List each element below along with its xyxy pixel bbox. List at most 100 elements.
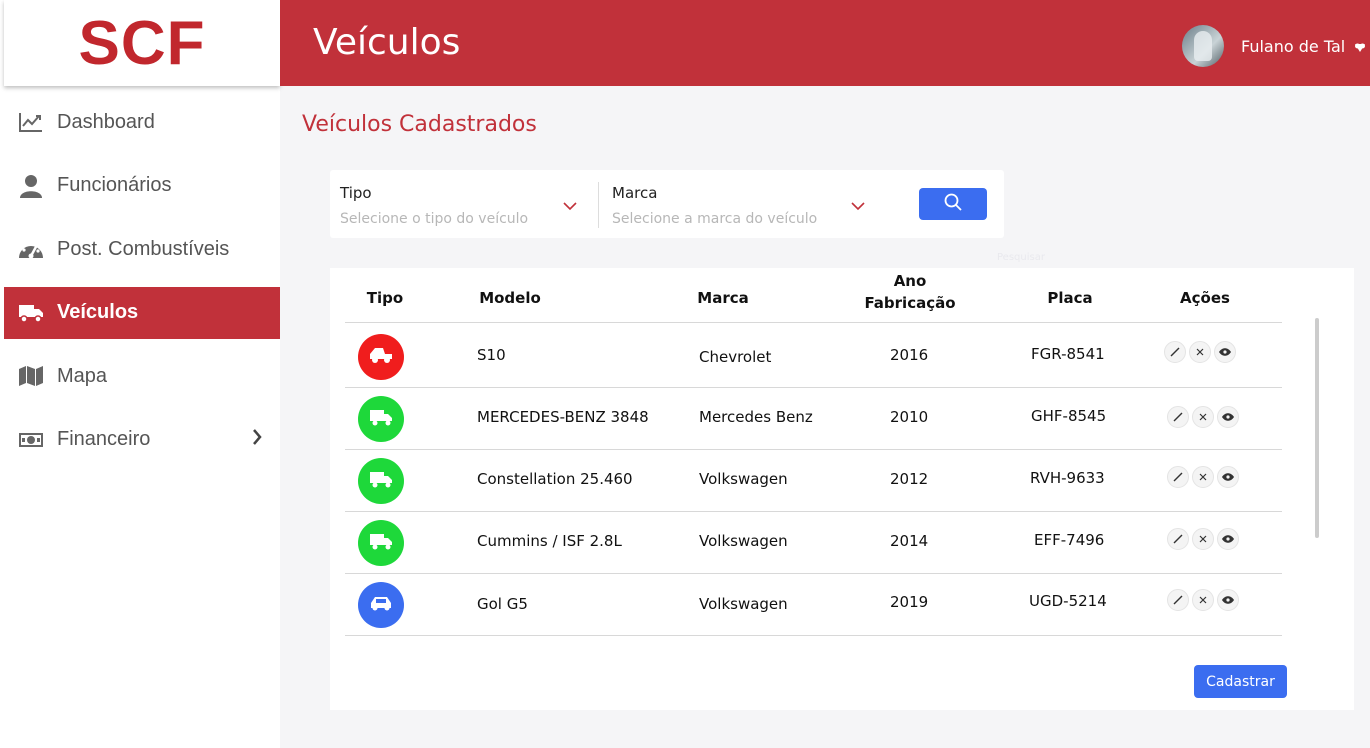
truck-icon <box>369 532 393 555</box>
sidebar-item-mapa[interactable]: Mapa <box>4 350 280 402</box>
user-icon <box>18 174 44 198</box>
delete-icon[interactable] <box>1189 341 1211 363</box>
row-divider <box>345 573 1282 574</box>
header-modelo: Modelo <box>479 289 541 307</box>
edit-icon[interactable] <box>1167 466 1189 488</box>
view-icon[interactable] <box>1217 406 1239 428</box>
cell-ano: 2014 <box>890 532 929 550</box>
view-icon[interactable] <box>1217 589 1239 611</box>
delete-icon[interactable] <box>1192 466 1214 488</box>
row-divider <box>345 511 1282 512</box>
search-icon <box>944 193 962 216</box>
cell-placa: GHF-8545 <box>1031 407 1107 425</box>
row-divider <box>345 635 1282 636</box>
tipo-label: Tipo <box>340 184 372 202</box>
caret-down-icon[interactable] <box>1354 40 1366 58</box>
filter-divider <box>598 182 599 228</box>
marca-select[interactable]: Marca Selecione a marca do veículo <box>602 170 872 238</box>
cell-ano: 2012 <box>890 470 929 488</box>
sidebar-item-dashboard[interactable]: Dashboard <box>4 96 280 148</box>
delete-icon[interactable] <box>1192 406 1214 428</box>
sidebar-item-label: Post. Combustíveis <box>57 237 230 260</box>
search-button[interactable] <box>919 188 987 220</box>
edit-icon[interactable] <box>1167 406 1189 428</box>
filter-bar: Tipo Selecione o tipo do veículo Marca S… <box>330 170 1004 238</box>
money-icon <box>18 429 44 451</box>
logo-text: SCF <box>78 8 206 78</box>
vehicles-table: Tipo Modelo Marca Ano Fabricação Placa A… <box>330 268 1354 710</box>
cell-modelo: Constellation 25.460 <box>477 470 633 488</box>
header-placa: Placa <box>1047 289 1093 307</box>
pickup-icon <box>368 346 394 369</box>
vehicle-type-badge <box>358 334 404 380</box>
row-actions <box>1167 466 1239 488</box>
header-acoes: Ações <box>1180 289 1230 307</box>
row-divider <box>345 387 1282 388</box>
view-icon[interactable] <box>1214 341 1236 363</box>
cell-modelo: Gol G5 <box>477 595 528 613</box>
search-tooltip: Pesquisar <box>997 252 1045 263</box>
user-name[interactable]: Fulano de Tal <box>1241 37 1345 56</box>
row-divider <box>345 449 1282 450</box>
row-actions <box>1164 341 1236 363</box>
header-marca: Marca <box>697 289 749 307</box>
row-actions <box>1167 589 1239 611</box>
sidebar: SCF Dashboard Funcionários Post. Combust… <box>0 0 280 748</box>
top-header: Veículos Fulano de Tal <box>280 0 1370 86</box>
cell-modelo: MERCEDES-BENZ 3848 <box>477 408 649 426</box>
sidebar-nav: Dashboard Funcionários Post. Combustívei… <box>4 96 280 477</box>
sidebar-item-veiculos[interactable]: Veículos <box>4 286 280 339</box>
delete-icon[interactable] <box>1192 589 1214 611</box>
cell-ano: 2016 <box>890 346 929 364</box>
sidebar-item-financeiro[interactable]: Financeiro <box>4 414 280 466</box>
cell-marca: Volkswagen <box>699 470 788 488</box>
sidebar-item-label: Financeiro <box>57 428 151 450</box>
vehicle-type-badge <box>358 458 404 504</box>
cell-ano: 2019 <box>890 593 929 611</box>
truck-icon <box>369 408 393 431</box>
edit-icon[interactable] <box>1164 341 1186 363</box>
sidebar-item-label: Veículos <box>57 301 139 323</box>
tipo-placeholder: Selecione o tipo do veículo <box>340 211 529 227</box>
cell-marca: Mercedes Benz <box>699 408 813 426</box>
table-scrollbar[interactable] <box>1315 318 1319 538</box>
tipo-select[interactable]: Tipo Selecione o tipo do veículo <box>330 170 598 238</box>
cell-placa: FGR-8541 <box>1031 345 1105 363</box>
cell-placa: UGD-5214 <box>1029 592 1107 610</box>
sidebar-item-funcionarios[interactable]: Funcionários <box>4 160 280 212</box>
cell-modelo: Cummins / ISF 2.8L <box>477 532 622 550</box>
delete-icon[interactable] <box>1192 528 1214 550</box>
vehicle-type-badge <box>358 396 404 442</box>
marca-placeholder: Selecione a marca do veículo <box>612 211 818 227</box>
cadastrar-button[interactable]: Cadastrar <box>1194 665 1287 698</box>
edit-icon[interactable] <box>1167 528 1189 550</box>
sidebar-item-post-combustiveis[interactable]: Post. Combustíveis <box>4 223 280 275</box>
cell-marca: Volkswagen <box>699 595 788 613</box>
section-title: Veículos Cadastrados <box>302 112 537 137</box>
cell-placa: RVH-9633 <box>1030 469 1105 487</box>
header-ano-line1: Ano <box>893 272 927 290</box>
sidebar-item-label: Dashboard <box>57 110 155 133</box>
marca-label: Marca <box>612 184 658 202</box>
logo: SCF <box>4 0 280 86</box>
cell-ano: 2010 <box>890 408 929 426</box>
vehicle-type-badge <box>358 520 404 566</box>
vehicle-type-badge <box>358 582 404 628</box>
map-icon <box>18 365 44 387</box>
chevron-down-icon <box>563 198 577 216</box>
avatar[interactable] <box>1182 25 1224 67</box>
row-actions <box>1167 406 1239 428</box>
header-tipo: Tipo <box>366 289 404 307</box>
gauge-icon <box>18 238 44 260</box>
edit-icon[interactable] <box>1167 589 1189 611</box>
view-icon[interactable] <box>1217 528 1239 550</box>
header-ano-line2: Fabricação <box>864 294 956 312</box>
cell-marca: Volkswagen <box>699 532 788 550</box>
truck-icon <box>369 470 393 493</box>
sidebar-item-label: Mapa <box>57 364 108 387</box>
chevron-down-icon <box>851 198 865 216</box>
table-header-divider <box>345 322 1282 323</box>
cell-marca: Chevrolet <box>699 348 772 366</box>
view-icon[interactable] <box>1217 466 1239 488</box>
chevron-right-icon <box>252 428 262 451</box>
